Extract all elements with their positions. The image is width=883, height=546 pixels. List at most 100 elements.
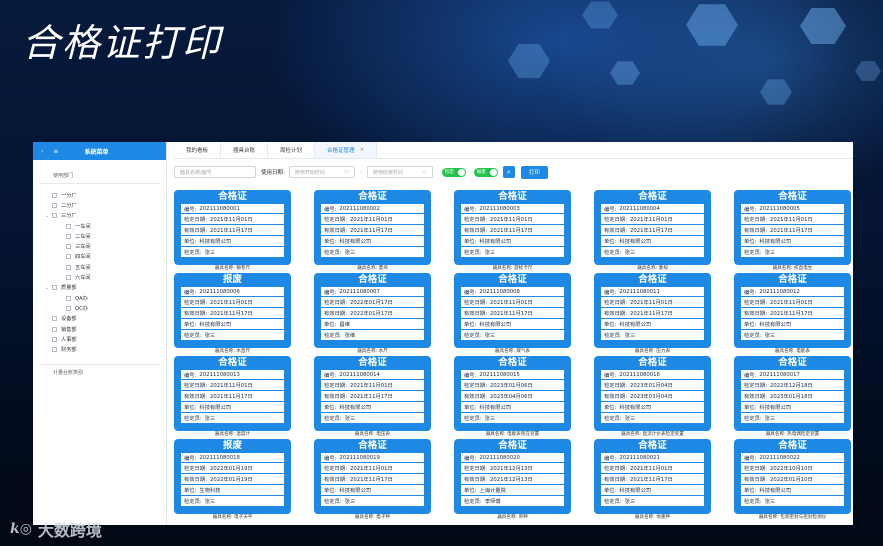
field-valid: 有效日期: 2023年01月18日 (740, 391, 845, 402)
tab-dashboard[interactable]: 我的看板 (174, 142, 222, 158)
tab-certificate[interactable]: 合格证管理 × (315, 142, 378, 158)
tree-checkbox[interactable] (66, 244, 71, 250)
start-date-input[interactable]: 使用开始时间 ▭ (288, 166, 355, 178)
certificate-card[interactable]: 报废 编号: 202111080018 检定日期: 2022年01月19日 有效日期: 20… (174, 439, 291, 514)
certificate-card[interactable]: 报废 编号: 202111080006 检定日期: 2021年11月01日 有效日期: 20… (174, 273, 291, 348)
certificate-card[interactable]: 合格证 编号: 202111080003 检定日期: 2021年11月01日 有效日期: 2… (454, 190, 571, 265)
certificate-card[interactable]: 合格证 编号: 202111080017 检定日期: 2022年12月18日 有效日期: 2… (734, 356, 851, 431)
certificate-item[interactable]: 报废 编号: 202111080018 检定日期: 2022年01月19日 有效日期: 20… (174, 439, 291, 522)
certificate-item[interactable]: 合格证 编号: 202111080008 检定日期: 2021年11月01日 有效日期: 2… (454, 273, 571, 356)
field-no: 编号: 202111080021 (600, 452, 705, 463)
certificate-card[interactable]: 合格证 编号: 202111080008 检定日期: 2021年11月01日 有效日期: 2… (454, 273, 571, 348)
expand-chevron-icon[interactable]: ⌄ (45, 285, 52, 291)
field-value: 2021年11月17日 (349, 394, 393, 400)
certificate-item[interactable]: 合格证 编号: 202111080007 检定日期: 2022年01月17日 有效日期: 2… (314, 273, 431, 356)
print-button[interactable]: 打印 (520, 165, 548, 179)
scrap-toggle[interactable]: 报废 (473, 167, 498, 177)
tree-checkbox[interactable] (52, 326, 57, 332)
tree-node[interactable]: 销售部 (33, 324, 166, 334)
tree-node[interactable]: 一分厂 (33, 190, 166, 200)
field-unit: 单位: 科技有限公司 (740, 319, 845, 330)
search-button[interactable]: ⌕ (502, 166, 515, 178)
tree-node[interactable]: 设备部 (33, 314, 166, 324)
certificate-item[interactable]: 合格证 编号: 202111080003 检定日期: 2021年11月01日 有效日期: 2… (454, 190, 571, 273)
tree-checkbox[interactable] (52, 316, 57, 322)
tree-checkbox[interactable] (52, 213, 57, 219)
field-label: 检定员: (604, 250, 622, 256)
certificate-card[interactable]: 合格证 编号: 202111080004 检定日期: 2021年11月01日 有效日期: 2… (594, 190, 711, 265)
certificate-item[interactable]: 合格证 编号: 202111080013 检定日期: 2021年11月01日 有效日期: 2… (174, 356, 291, 439)
menu-icon[interactable]: ≡ (53, 148, 58, 155)
collapse-chevron-icon[interactable]: › (41, 148, 43, 155)
certificate-item[interactable]: 合格证 编号: 202111080011 检定日期: 2021年11月01日 有效日期: 2… (594, 273, 711, 356)
tree-node[interactable]: 一车间 (33, 221, 166, 231)
tree-checkbox[interactable] (52, 285, 57, 291)
field-value: 张三 (484, 333, 496, 339)
tree-node[interactable]: ⌄ 质量部 (33, 283, 166, 293)
certificate-card[interactable]: 合格证 编号: 202111080001 检定日期: 2021年11月01日 有效日期: 2… (174, 190, 291, 265)
field-value: 2021年11月17日 (209, 228, 253, 234)
certificate-item[interactable]: 合格证 编号: 202111080016 检定日期: 2023年01月04日 有效日期: 2… (594, 356, 711, 439)
certificate-item[interactable]: 合格证 编号: 202111080020 检定日期: 2021年12月13日 有效日期: 2… (454, 439, 571, 522)
certificate-card[interactable]: 合格证 编号: 202111080022 检定日期: 2022年10月10日 有效日期: 2… (734, 439, 851, 514)
end-date-input[interactable]: 使用结束时间 ▭ (366, 166, 433, 178)
tree-checkbox[interactable] (66, 295, 71, 301)
certificate-item[interactable]: 合格证 编号: 202111080004 检定日期: 2021年11月01日 有效日期: 2… (594, 190, 711, 273)
certificate-item[interactable]: 合格证 编号: 202111080014 检定日期: 2021年11月01日 有效日期: 2… (314, 356, 431, 439)
certificate-card[interactable]: 合格证 编号: 202111080014 检定日期: 2021年11月01日 有效日期: 2… (314, 356, 431, 431)
certificate-item[interactable]: 合格证 编号: 202111080015 检定日期: 2023年01月06日 有效日期: 2… (454, 356, 571, 439)
certificate-card[interactable]: 合格证 编号: 202111080021 检定日期: 2021年11月01日 有效日期: 2… (594, 439, 711, 514)
search-input[interactable]: 器具名称/编号 (174, 166, 256, 178)
category-label[interactable]: 计量台账类别 (39, 364, 160, 378)
field-value: 2022年01月19日 (209, 477, 253, 483)
certificate-item[interactable]: 合格证 编号: 202111080012 检定日期: 2021年11月01日 有效日期: 2… (734, 273, 851, 356)
certificate-item[interactable]: 合格证 编号: 202111080005 检定日期: 2021年11月01日 有效日期: 2… (734, 190, 851, 273)
certificate-card[interactable]: 合格证 编号: 202111080011 检定日期: 2021年11月01日 有效日期: 2… (594, 273, 711, 348)
tree-node[interactable]: 人事部 (33, 334, 166, 344)
tab-schedule[interactable]: 周检计划 (268, 142, 316, 158)
tree-node[interactable]: 六车间 (33, 272, 166, 282)
tree-node[interactable]: 二分厂 (33, 200, 166, 210)
tree-node[interactable]: ⌄ 三分厂 (33, 211, 166, 221)
certificate-card[interactable]: 合格证 编号: 202111080007 检定日期: 2022年01月17日 有效日期: 2… (314, 273, 431, 348)
tree-checkbox[interactable] (52, 202, 57, 208)
certificate-item[interactable]: 合格证 编号: 202111080017 检定日期: 2022年12月18日 有效日期: 2… (734, 356, 851, 439)
tree-checkbox[interactable] (66, 305, 71, 311)
field-valid: 有效日期: 2021年11月17日 (460, 225, 565, 236)
tree-node[interactable]: 财务部 (33, 344, 166, 354)
certificate-card[interactable]: 合格证 编号: 202111080020 检定日期: 2021年12月13日 有效日期: 2… (454, 439, 571, 514)
certificate-card[interactable]: 合格证 编号: 202111080005 检定日期: 2021年11月01日 有效日期: 2… (734, 190, 851, 265)
certificate-card[interactable]: 合格证 编号: 202111080012 检定日期: 2021年11月01日 有效日期: 2… (734, 273, 851, 348)
tree-node[interactable]: 二车间 (33, 231, 166, 241)
tree-checkbox[interactable] (52, 192, 57, 198)
certificate-item[interactable]: 合格证 编号: 202111080001 检定日期: 2021年11月01日 有效日期: 2… (174, 190, 291, 273)
tree-checkbox[interactable] (52, 347, 57, 353)
expand-chevron-icon[interactable]: ⌄ (45, 213, 52, 219)
tree-node[interactable]: QC办 (33, 303, 166, 313)
tree-node[interactable]: 四车间 (33, 252, 166, 262)
field-label: 编号: (744, 206, 757, 213)
tab-instruments[interactable]: 器具台账 (221, 142, 269, 158)
certificate-card[interactable]: 合格证 编号: 202111080019 检定日期: 2021年11月01日 有效日期: 2… (314, 439, 431, 514)
certificate-item[interactable]: 报废 编号: 202111080006 检定日期: 2021年11月01日 有效日期: 20… (174, 273, 291, 356)
tree-node[interactable]: QA办 (33, 293, 166, 303)
certificate-item[interactable]: 合格证 编号: 202111080021 检定日期: 2021年11月01日 有效日期: 2… (594, 439, 711, 522)
certificate-card[interactable]: 合格证 编号: 202111080002 检定日期: 2021年11月01日 有效日期: 2… (314, 190, 431, 265)
certificate-item[interactable]: 合格证 编号: 202111080019 检定日期: 2021年11月01日 有效日期: 2… (314, 439, 431, 522)
check-toggle[interactable]: 检定 (441, 167, 466, 177)
tree-checkbox[interactable] (66, 264, 71, 270)
certificate-card[interactable]: 合格证 编号: 202111080016 检定日期: 2023年01月04日 有效日期: 2… (594, 356, 711, 431)
tree-node[interactable]: 三车间 (33, 241, 166, 251)
tree-node[interactable]: 五车间 (33, 262, 166, 272)
field-value: 2022年01月19日 (209, 466, 253, 472)
tree-checkbox[interactable] (52, 336, 57, 342)
certificate-item[interactable]: 合格证 编号: 202111080002 检定日期: 2021年11月01日 有效日期: 2… (314, 190, 431, 273)
certificate-card[interactable]: 合格证 编号: 202111080013 检定日期: 2021年11月01日 有效日期: 2… (174, 356, 291, 431)
tree-checkbox[interactable] (66, 254, 71, 260)
certificate-card[interactable]: 合格证 编号: 202111080015 检定日期: 2023年01月06日 有效日期: 2… (454, 356, 571, 431)
certificate-item[interactable]: 合格证 编号: 202111080022 检定日期: 2022年10月10日 有效日期: 2… (734, 439, 851, 522)
tree-checkbox[interactable] (66, 233, 71, 239)
tree-checkbox[interactable] (66, 275, 71, 281)
close-icon[interactable]: × (360, 147, 365, 153)
tree-checkbox[interactable] (66, 223, 71, 229)
